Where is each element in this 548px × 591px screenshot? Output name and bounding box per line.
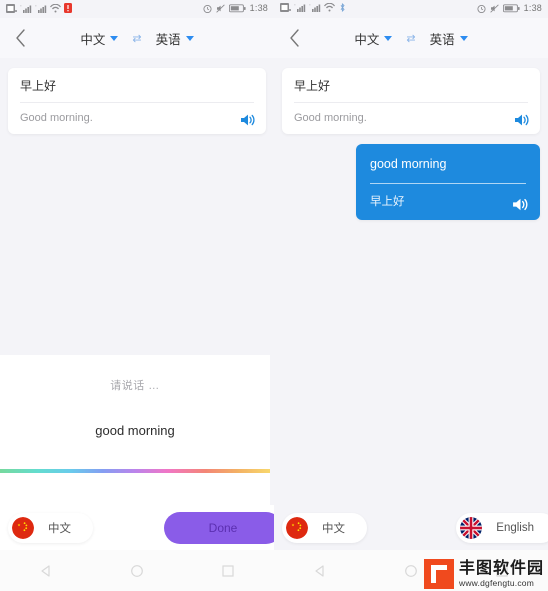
back-button[interactable] — [284, 28, 304, 48]
target-language-pill-label: English — [496, 521, 534, 534]
source-language-label: 中文 — [80, 32, 106, 47]
source-language-pill-label: 中文 — [322, 522, 345, 535]
source-language-label: 中文 — [354, 32, 380, 47]
nav-home-circle-icon[interactable] — [403, 563, 419, 579]
bottom-bar-right: 中文 English — [274, 505, 548, 550]
swap-languages-icon[interactable]: ⇄ — [406, 32, 415, 45]
nav-recents-square-icon[interactable] — [220, 563, 236, 579]
alarm-icon — [477, 4, 486, 13]
watermark: 丰图软件园 www.dgfengtu.com — [423, 559, 544, 589]
card-divider — [370, 182, 526, 184]
status-bar-clock: 1:38 — [523, 3, 542, 13]
card-translated-text: 早上好 — [370, 195, 405, 208]
left-phone-screen: " " 1:38 中文 ⇄ 英语 早上好 Good morning. 请说话 …… — [0, 0, 274, 550]
android-nav-bar: 丰图软件园 www.dgfengtu.com — [0, 550, 548, 591]
card-source-text: 早上好 — [294, 79, 331, 93]
target-language-label: 英语 — [155, 32, 181, 47]
watermark-name: 丰图软件园 — [458, 559, 544, 577]
swap-languages-icon[interactable]: ⇄ — [132, 32, 141, 45]
chevron-down-icon — [185, 35, 194, 41]
battery-icon — [228, 3, 246, 13]
translation-header-left: 中文 ⇄ 英语 — [0, 18, 274, 58]
card-source-text: good morning — [370, 157, 447, 172]
status-bar-right-icons: 1:38 — [203, 3, 268, 13]
nav-back-triangle-icon[interactable] — [38, 563, 54, 579]
signal-bars-2-icon: " — [35, 4, 47, 13]
translation-card[interactable]: 早上好 Good morning. — [282, 68, 540, 135]
battery-icon — [502, 3, 520, 13]
wifi-icon — [50, 3, 61, 13]
china-flag-icon — [12, 516, 34, 539]
speaker-icon[interactable] — [240, 112, 256, 128]
signal-bars-2-icon: " — [309, 3, 321, 12]
signal-bars-icon: " — [20, 4, 32, 13]
chevron-down-icon — [459, 35, 468, 41]
svg-text:": " — [294, 3, 296, 8]
translation-card[interactable]: 早上好 Good morning. — [8, 68, 266, 135]
source-language-pill-label: 中文 — [48, 522, 71, 535]
voice-hint-text: 请说话 … — [110, 380, 160, 392]
right-phone-screen: " " 1:38 中文 ⇄ 英语 早上好 Good morning. good … — [274, 0, 548, 550]
sim-card-icon — [280, 3, 291, 12]
status-bar-left-icons: " " — [280, 3, 347, 12]
status-bar-clock: 1:38 — [249, 3, 268, 13]
card-translated-text: Good morning. — [294, 111, 367, 124]
svg-text:": " — [35, 4, 37, 9]
watermark-text: 丰图软件园 www.dgfengtu.com — [458, 559, 544, 588]
speaker-icon[interactable] — [514, 112, 530, 128]
bluetooth-icon — [338, 3, 347, 12]
back-button[interactable] — [10, 28, 30, 48]
voice-input-sheet: 请说话 … good morning — [0, 355, 270, 505]
nav-home-circle-icon[interactable] — [129, 563, 145, 579]
china-flag-icon — [286, 516, 308, 539]
bottom-bar-left: 中文 Done — [0, 505, 274, 550]
voice-waveform-gradient — [0, 469, 270, 473]
status-bar-left: " " 1:38 — [0, 0, 274, 18]
nav-back-triangle-icon[interactable] — [312, 563, 328, 579]
watermark-url: www.dgfengtu.com — [458, 577, 534, 588]
alarm-icon — [203, 4, 212, 13]
chevron-down-icon — [384, 35, 393, 41]
svg-text:": " — [20, 4, 22, 9]
status-bar-right-icons: 1:38 — [477, 3, 542, 13]
screenshot-stage: " " 1:38 中文 ⇄ 英语 早上好 Good morning. 请说话 …… — [0, 0, 548, 591]
translation-list-right: 早上好 Good morning. good morning 早上好 — [274, 58, 548, 220]
card-divider — [20, 101, 254, 103]
translation-list-left: 早上好 Good morning. — [0, 58, 274, 135]
fengtu-logo-icon — [423, 559, 454, 589]
sim-card-icon — [6, 3, 17, 13]
translation-card-outgoing[interactable]: good morning 早上好 — [356, 144, 540, 220]
mute-icon — [489, 3, 499, 13]
language-selector: 中文 ⇄ 英语 — [80, 29, 194, 48]
source-language-pill[interactable]: 中文 — [8, 512, 93, 543]
source-language-pill[interactable]: 中文 — [282, 512, 367, 543]
target-language-label: 英语 — [429, 32, 455, 47]
status-bar-left-icons: " " — [6, 3, 72, 13]
wifi-icon — [324, 3, 335, 12]
language-selector: 中文 ⇄ 英语 — [354, 29, 468, 48]
source-language-dropdown[interactable]: 中文 — [354, 29, 393, 48]
target-language-dropdown[interactable]: 英语 — [430, 29, 468, 48]
card-source-text: 早上好 — [20, 79, 57, 93]
android-nav-bar-left — [0, 550, 274, 591]
chevron-down-icon — [110, 35, 119, 41]
uk-flag-icon — [460, 516, 483, 539]
battery-alert-icon — [64, 3, 72, 13]
translation-header-right: 中文 ⇄ 英语 — [274, 18, 548, 58]
voice-recognized-text: good morning — [95, 423, 175, 438]
done-button[interactable]: Done — [164, 511, 274, 544]
svg-text:": " — [309, 3, 311, 8]
signal-bars-icon: " — [294, 3, 306, 12]
target-language-dropdown[interactable]: 英语 — [156, 29, 194, 48]
source-language-dropdown[interactable]: 中文 — [80, 29, 119, 48]
card-divider — [294, 101, 528, 103]
card-translated-text: Good morning. — [20, 111, 93, 124]
status-bar-right: " " 1:38 — [274, 0, 548, 18]
mute-icon — [215, 3, 225, 13]
speaker-icon[interactable] — [512, 196, 528, 212]
target-language-pill[interactable]: English — [456, 512, 548, 543]
